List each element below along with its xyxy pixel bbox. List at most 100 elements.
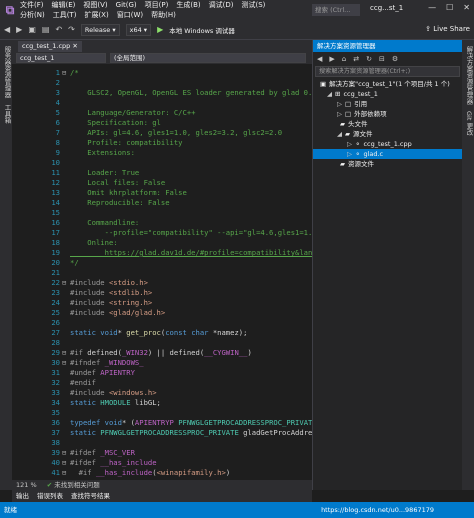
close-button[interactable]: ✕ [463, 3, 470, 12]
collapse-all-icon[interactable]: ⊟ [379, 55, 385, 63]
menu-item[interactable]: 项目(P) [145, 0, 169, 10]
line-number: 41 [51, 468, 60, 477]
tree-item-label: 引用 [354, 100, 368, 108]
zoom-level[interactable]: 121 % [16, 481, 37, 489]
fold-toggle-icon[interactable]: ⊟ [62, 348, 66, 358]
back-icon[interactable]: ◀ [4, 25, 10, 34]
menu-item[interactable]: Git(G) [116, 0, 137, 10]
tree-item[interactable]: ▰ 头文件 [313, 119, 462, 129]
scope-dropdown[interactable]: (全局范围) [110, 53, 306, 63]
menu-item[interactable]: 编辑(E) [52, 0, 76, 10]
run-icon[interactable]: ▶ [157, 25, 163, 34]
tree-node-icon: ⚬ [355, 150, 361, 158]
tree-expand-icon[interactable]: ▷ [337, 110, 342, 118]
output-tab[interactable]: 错误列表 [37, 490, 63, 502]
fold-toggle-icon[interactable]: ⊟ [62, 458, 66, 468]
line-number: 2 [55, 78, 60, 87]
output-tabs: 输出 错误列表 查找符号结果 [12, 490, 312, 502]
left-strip-item[interactable]: 工具箱 [2, 104, 12, 124]
fold-toggle-icon[interactable]: ⊟ [62, 468, 66, 478]
line-number: 8 [55, 138, 60, 147]
code-line: #include <stdlib.h> [70, 288, 153, 297]
back-icon[interactable]: ◀ [317, 55, 322, 63]
project-dropdown[interactable]: ccg_test_1 [16, 53, 106, 63]
code-line: */ [70, 258, 79, 267]
close-tab-icon[interactable]: ✕ [72, 42, 77, 50]
code-line: #ifdef _MSC_VER [70, 448, 135, 457]
solution-explorer-toolbar: ◀ ▶ ⌂ ⇄ ↻ ⊟ ⚙ [313, 52, 462, 66]
refresh-icon[interactable]: ↻ [366, 55, 372, 63]
maximize-button[interactable]: ☐ [446, 3, 453, 12]
left-strip-item[interactable]: 服务器资源管理器 [2, 46, 12, 98]
minimize-button[interactable]: — [428, 3, 436, 12]
tree-expand-icon[interactable]: ▷ [347, 150, 352, 158]
tree-expand-icon[interactable]: ◢ [337, 130, 342, 138]
forward-icon[interactable]: ▶ [329, 55, 334, 63]
output-tab[interactable]: 输出 [16, 490, 29, 502]
code-line: #ifndef _WINDOWS_ [70, 358, 144, 367]
code-line: Profile: compatibility [70, 138, 183, 147]
save-icon[interactable]: ▣ [28, 25, 36, 34]
tree-expand-icon[interactable]: ▷ [337, 100, 342, 108]
no-issues-icon: ✔ [46, 481, 53, 489]
tree-item[interactable]: ▰ 资源文件 [313, 159, 462, 169]
redo-icon[interactable]: ↷ [68, 25, 75, 34]
live-share-button[interactable]: ⇪ Live Share [425, 25, 470, 33]
line-number: 39 [51, 448, 60, 457]
tree-expand-icon[interactable]: ◢ [327, 90, 332, 98]
code-editor[interactable]: 1 ⊟/* 2 3 GLSC2, OpenGL, OpenGL ES loader g… [12, 64, 312, 480]
tree-item[interactable]: ▷ ⚬ glad.c [313, 149, 462, 159]
code-line: #endif [70, 378, 96, 387]
tree-node-icon: ▰ [340, 160, 345, 168]
solution-explorer-title: 解决方案资源管理器 [313, 40, 462, 52]
menu-item[interactable]: 调试(D) [209, 0, 234, 10]
menu-item[interactable]: 生成(B) [176, 0, 200, 10]
run-debugger-button[interactable]: 本地 Windows 调试器 [169, 25, 235, 35]
code-line: static HMODULE libGL; [70, 398, 161, 407]
line-number: 15 [51, 208, 60, 217]
tree-node-icon: □ [345, 110, 352, 118]
editor-tab[interactable]: ccg_test_1.cpp ✕ [18, 41, 82, 52]
tree-node-icon: ▰ [340, 120, 345, 128]
configuration-dropdown[interactable]: Release ▾ [80, 23, 120, 36]
line-number: 13 [51, 188, 60, 197]
solution-explorer-search[interactable]: 搜索解决方案资源管理器(Ctrl+;) [315, 66, 460, 77]
line-number: 34 [51, 398, 60, 407]
menu-item[interactable]: 扩展(X) [84, 10, 108, 20]
tree-expand-icon[interactable]: ▷ [347, 140, 352, 148]
code-line: typedef void* (APIENTRYP PFNWGLGETPROCAD… [70, 418, 312, 427]
menu-item[interactable]: 文件(F) [20, 0, 44, 10]
menu-item[interactable]: 分析(N) [20, 10, 45, 20]
tree-item[interactable]: ▣ 解决方案"ccg_test_1"(1 个项目/共 1 个) [313, 79, 462, 89]
fold-toggle-icon[interactable]: ⊟ [62, 448, 66, 458]
right-strip-item[interactable]: Git 更改 [464, 111, 474, 135]
tree-item[interactable]: ◢ ▰ 源文件 [313, 129, 462, 139]
menu-item[interactable]: 视图(V) [83, 0, 107, 10]
tree-item[interactable]: ▷ □ 外部依赖项 [313, 109, 462, 119]
home-icon[interactable]: ⌂ [342, 55, 346, 63]
sync-icon[interactable]: ⇄ [353, 55, 359, 63]
fold-toggle-icon[interactable]: ⊟ [62, 358, 66, 368]
save-all-icon[interactable]: ▤ [42, 25, 50, 34]
tree-item[interactable]: ▷ □ 引用 [313, 99, 462, 109]
fold-toggle-icon[interactable]: ⊟ [62, 68, 66, 78]
fold-toggle-icon[interactable]: ⊟ [62, 278, 66, 288]
forward-icon[interactable]: ▶ [16, 25, 22, 34]
line-number: 31 [51, 368, 60, 377]
output-tab[interactable]: 查找符号结果 [71, 490, 110, 502]
line-number: 22 [51, 278, 60, 287]
settings-icon[interactable]: ⚙ [392, 55, 398, 63]
right-strip-item[interactable]: 解决方案资源管理器 [464, 46, 474, 105]
line-number: 3 [55, 88, 60, 97]
menu-item[interactable]: 测试(S) [241, 0, 265, 10]
line-number: 25 [51, 308, 60, 317]
menu-item[interactable]: 帮助(H) [151, 10, 176, 20]
tree-item[interactable]: ◢ ⊞ ccg_test_1 [313, 89, 462, 99]
tree-item[interactable]: ▷ ⚬ ccg_test_1.cpp [313, 139, 462, 149]
menu-item[interactable]: 工具(T) [53, 10, 77, 20]
platform-dropdown[interactable]: x64 ▾ [125, 23, 152, 36]
menu-item[interactable]: 窗口(W) [117, 10, 143, 20]
undo-icon[interactable]: ↶ [55, 25, 62, 34]
line-number: 21 [51, 268, 60, 277]
search-box[interactable]: 搜索 (Ctrl... [312, 4, 360, 16]
